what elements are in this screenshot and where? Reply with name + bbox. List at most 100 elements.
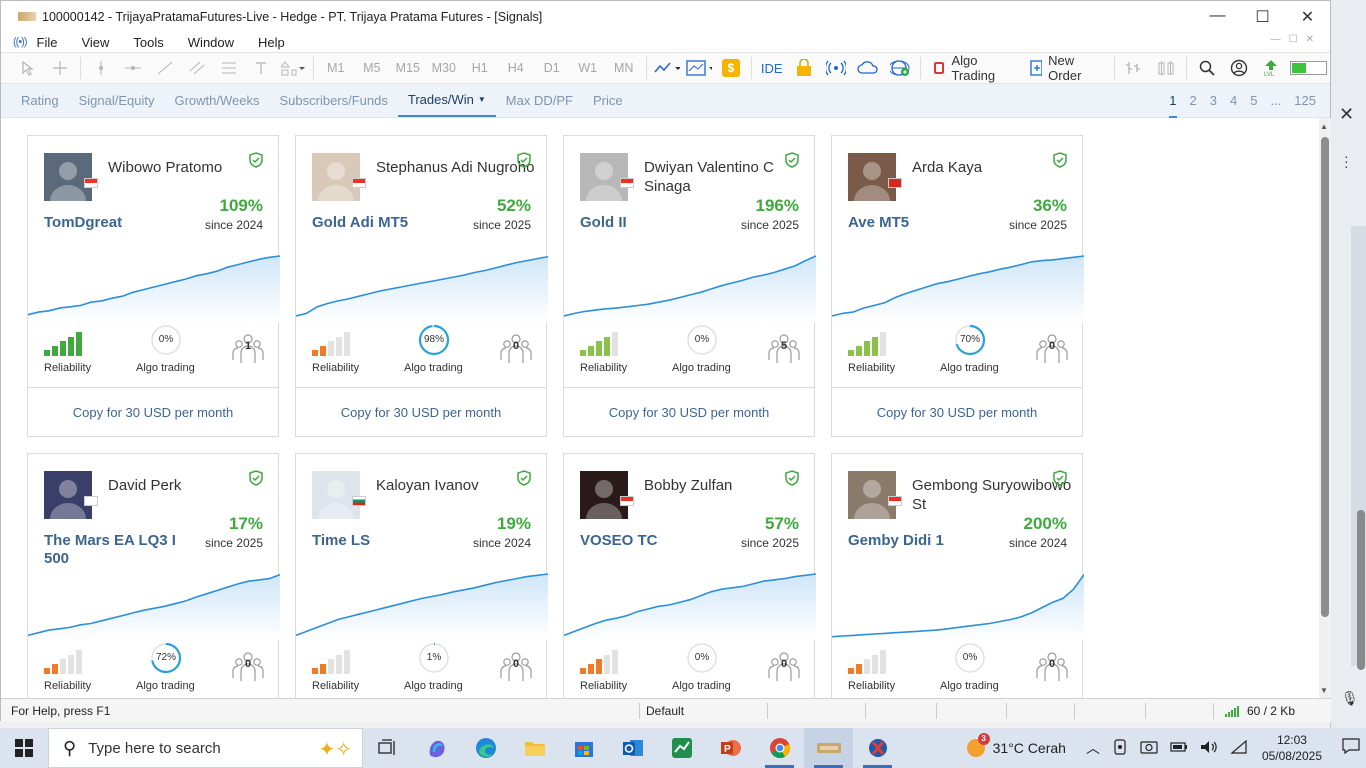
avatar[interactable] xyxy=(848,153,896,201)
signal-card[interactable]: Gembong Suryowibowo St 200% since 2024 G… xyxy=(831,453,1084,698)
page-5[interactable]: 5 xyxy=(1250,84,1257,118)
volume-icon[interactable] xyxy=(1200,739,1218,758)
avatar[interactable] xyxy=(848,471,896,519)
signal-name[interactable]: Gold II xyxy=(580,214,730,232)
background-scrollbar[interactable] xyxy=(1357,510,1365,670)
signal-name[interactable]: The Mars EA LQ3 I 500 xyxy=(44,532,194,568)
ide-button[interactable]: IDE xyxy=(759,55,785,81)
taskbar-search[interactable]: ⚲ Type here to search ✦✧ xyxy=(48,728,363,768)
signal-card[interactable]: Arda Kaya 36% since 2025 Ave MT5 Reliabi… xyxy=(831,135,1084,437)
web-add-icon[interactable] xyxy=(887,55,913,81)
signal-card[interactable]: Wibowo Pratomo 109% since 2024 TomDgreat… xyxy=(27,135,280,437)
signal-card[interactable]: David Perk 17% since 2025 The Mars EA LQ… xyxy=(27,453,280,698)
avatar[interactable] xyxy=(312,471,360,519)
trading-app-icon[interactable] xyxy=(853,728,902,768)
minimize-button[interactable]: — xyxy=(1195,7,1240,27)
menu-file[interactable]: File xyxy=(37,35,58,50)
copy-signal-button[interactable]: Copy for 30 USD per month xyxy=(564,387,814,437)
microphone-icon[interactable]: 🎙 xyxy=(1341,690,1359,707)
page-3[interactable]: 3 xyxy=(1210,84,1217,118)
copilot-icon[interactable] xyxy=(412,728,461,768)
cursor-tool-icon[interactable] xyxy=(15,55,41,81)
signals-broadcast-icon[interactable] xyxy=(823,55,849,81)
horizontal-line-tool-icon[interactable] xyxy=(120,55,146,81)
fibonacci-tool-icon[interactable] xyxy=(216,55,242,81)
page-1[interactable]: 1 xyxy=(1169,84,1177,118)
author-name[interactable]: Dwiyan Valentino C Sinaga xyxy=(644,158,804,196)
camera-icon[interactable] xyxy=(1140,739,1158,758)
author-name[interactable]: Stephanus Adi Nugroho xyxy=(376,158,536,177)
powerpoint-icon[interactable]: P xyxy=(706,728,755,768)
avatar[interactable] xyxy=(44,153,92,201)
tab-growth-weeks[interactable]: Growth/Weeks xyxy=(164,84,269,117)
microsoft-store-icon[interactable] xyxy=(559,728,608,768)
text-tool-icon[interactable] xyxy=(248,55,274,81)
menu-help[interactable]: Help xyxy=(258,35,285,50)
signal-menu-icon[interactable]: ((•)) xyxy=(13,36,27,48)
metatrader-terminal-icon[interactable] xyxy=(804,728,853,768)
scrollbar-thumb[interactable] xyxy=(1321,137,1329,617)
avatar[interactable] xyxy=(580,153,628,201)
avatar[interactable] xyxy=(312,153,360,201)
file-explorer-icon[interactable] xyxy=(510,728,559,768)
close-button[interactable]: ✕ xyxy=(1285,7,1330,27)
copy-signal-button[interactable]: Copy for 30 USD per month xyxy=(296,387,546,437)
channel-tool-icon[interactable] xyxy=(184,55,210,81)
usb-device-icon[interactable] xyxy=(1112,738,1128,758)
tab-rating[interactable]: Rating xyxy=(1,84,69,117)
shapes-tool-icon[interactable] xyxy=(280,55,306,81)
edge-browser-icon[interactable] xyxy=(461,728,510,768)
page-4[interactable]: 4 xyxy=(1230,84,1237,118)
one-click-trading-icon[interactable] xyxy=(1153,55,1179,81)
timeframe-m15[interactable]: M15 xyxy=(395,55,421,81)
signal-card[interactable]: Bobby Zulfan 57% since 2025 VOSEO TC Rel… xyxy=(563,453,816,698)
menu-tools[interactable]: Tools xyxy=(133,35,163,50)
outlook-icon[interactable] xyxy=(608,728,657,768)
task-view-icon[interactable] xyxy=(363,728,412,768)
depth-of-market-icon[interactable] xyxy=(1121,55,1147,81)
stock-chart-app-icon[interactable] xyxy=(657,728,706,768)
chart-templates-icon[interactable] xyxy=(685,55,712,81)
tab-max-dd-pf[interactable]: Max DD/PF xyxy=(496,84,583,117)
search-icon[interactable] xyxy=(1194,55,1220,81)
avatar[interactable] xyxy=(44,471,92,519)
timeframe-w1[interactable]: W1 xyxy=(575,55,601,81)
level-icon[interactable]: LVL xyxy=(1258,55,1284,81)
algo-trading-button[interactable]: Algo Trading xyxy=(928,53,1020,83)
author-name[interactable]: Arda Kaya xyxy=(912,158,1072,177)
clock[interactable]: 12:03 05/08/2025 xyxy=(1262,732,1322,764)
account-icon[interactable] xyxy=(1226,55,1252,81)
timeframe-m30[interactable]: M30 xyxy=(431,55,457,81)
page-2[interactable]: 2 xyxy=(1190,84,1197,118)
child-window-controls[interactable]: —☐✕ xyxy=(1271,34,1322,45)
timeframe-m5[interactable]: M5 xyxy=(359,55,385,81)
start-button[interactable] xyxy=(0,728,48,768)
tab-subscribers-funds[interactable]: Subscribers/Funds xyxy=(269,84,397,117)
author-name[interactable]: Gembong Suryowibowo St xyxy=(912,476,1072,514)
author-name[interactable]: Kaloyan Ivanov xyxy=(376,476,536,495)
author-name[interactable]: David Perk xyxy=(108,476,268,495)
menu-window[interactable]: Window xyxy=(188,35,234,50)
signal-name[interactable]: VOSEO TC xyxy=(580,532,730,550)
signal-name[interactable]: TomDgreat xyxy=(44,214,194,232)
new-order-button[interactable]: New Order xyxy=(1026,53,1106,83)
signal-name[interactable]: Time LS xyxy=(312,532,462,550)
vertical-scrollbar[interactable]: ▲ ▼ xyxy=(1319,118,1331,698)
signal-card[interactable]: Dwiyan Valentino C Sinaga 196% since 202… xyxy=(563,135,816,437)
scroll-down-icon[interactable]: ▼ xyxy=(1320,686,1328,695)
scroll-up-icon[interactable]: ▲ xyxy=(1320,122,1328,131)
timeframe-mn[interactable]: MN xyxy=(611,55,637,81)
weather-widget[interactable]: 3 31°C Cerah xyxy=(966,733,1066,757)
market-bag-icon[interactable] xyxy=(791,55,817,81)
battery-icon[interactable] xyxy=(1170,739,1188,758)
tab-trades-win[interactable]: Trades/Win ▼ xyxy=(397,84,496,117)
maximize-button[interactable]: ☐ xyxy=(1240,7,1285,27)
signal-card[interactable]: Kaloyan Ivanov 19% since 2024 Time LS Re… xyxy=(295,453,548,698)
vps-cloud-icon[interactable] xyxy=(855,55,881,81)
dollar-icon[interactable]: $ xyxy=(718,55,744,81)
author-name[interactable]: Wibowo Pratomo xyxy=(108,158,268,177)
trendline-tool-icon[interactable] xyxy=(152,55,178,81)
signal-name[interactable]: Ave MT5 xyxy=(848,214,998,232)
chrome-icon[interactable] xyxy=(755,728,804,768)
avatar[interactable] xyxy=(580,471,628,519)
